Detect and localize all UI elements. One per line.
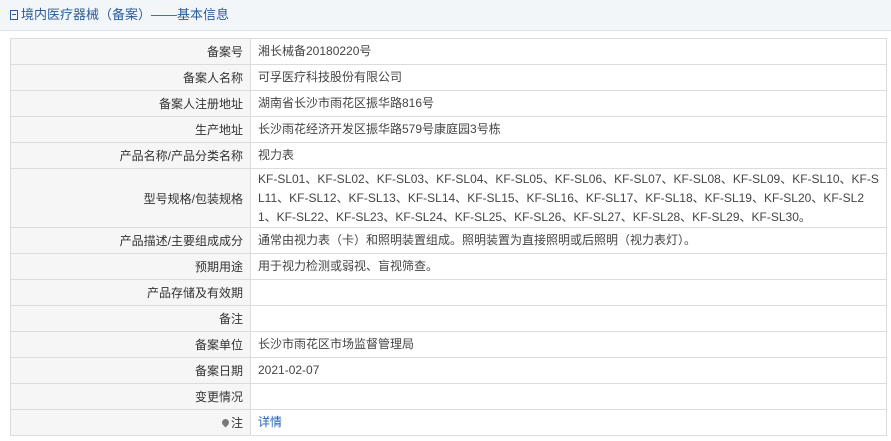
- note-label-cell: 注: [10, 409, 251, 436]
- field-value: 长沙市雨花区市场监督管理局: [250, 331, 887, 358]
- field-label: 产品描述/主要组成成分: [10, 227, 251, 254]
- table-row: 型号规格/包装规格 KF-SL01、KF-SL02、KF-SL03、KF-SL0…: [10, 168, 887, 228]
- field-value: [250, 305, 887, 332]
- document-icon: [10, 10, 18, 20]
- details-link[interactable]: 详情: [258, 415, 282, 429]
- field-value: 长沙雨花经济开发区振华路579号康庭园3号栋: [250, 116, 887, 143]
- page-title: 境内医疗器械（备案）——基本信息: [21, 7, 230, 22]
- field-value: KF-SL01、KF-SL02、KF-SL03、KF-SL04、KF-SL05、…: [250, 168, 887, 228]
- table-row: 备注: [10, 305, 887, 332]
- field-label: 备注: [10, 305, 251, 332]
- table-row: 备案人名称 可孚医疗科技股份有限公司: [10, 64, 887, 91]
- field-value: 湖南省长沙市雨花区振华路816号: [250, 90, 887, 117]
- table-row: 产品名称/产品分类名称 视力表: [10, 142, 887, 169]
- field-value: 2021-02-07: [250, 357, 887, 384]
- field-value: 用于视力检测或弱视、盲视筛查。: [250, 253, 887, 280]
- field-value: [250, 279, 887, 306]
- info-table: 备案号 湘长械备20180220号 备案人名称 可孚医疗科技股份有限公司 备案人…: [10, 38, 887, 436]
- field-value: 视力表: [250, 142, 887, 169]
- table-row: 备案号 湘长械备20180220号: [10, 38, 887, 65]
- field-value: 可孚医疗科技股份有限公司: [250, 64, 887, 91]
- field-label: 备案日期: [10, 357, 251, 384]
- table-row: 产品存储及有效期: [10, 279, 887, 306]
- page-header: 境内医疗器械（备案）——基本信息: [0, 0, 891, 31]
- field-value-cell: 详情: [250, 409, 887, 436]
- pin-icon: [220, 417, 231, 428]
- field-label: 产品存储及有效期: [10, 279, 251, 306]
- field-label: 生产地址: [10, 116, 251, 143]
- field-label: 变更情况: [10, 383, 251, 410]
- field-label: 产品名称/产品分类名称: [10, 142, 251, 169]
- table-row: 生产地址 长沙雨花经济开发区振华路579号康庭园3号栋: [10, 116, 887, 143]
- table-row: 备案单位 长沙市雨花区市场监督管理局: [10, 331, 887, 358]
- field-label: 预期用途: [10, 253, 251, 280]
- field-value: 湘长械备20180220号: [250, 38, 887, 65]
- field-label: 备案人名称: [10, 64, 251, 91]
- table-row: 备案人注册地址 湖南省长沙市雨花区振华路816号: [10, 90, 887, 117]
- field-label: 备案号: [10, 38, 251, 65]
- table-row: 变更情况: [10, 383, 887, 410]
- field-label: 注: [230, 416, 243, 430]
- field-label: 备案单位: [10, 331, 251, 358]
- table-row: 预期用途 用于视力检测或弱视、盲视筛查。: [10, 253, 887, 280]
- field-value: [250, 383, 887, 410]
- field-value: 通常由视力表（卡）和照明装置组成。照明装置为直接照明或后照明（视力表灯）。: [250, 227, 887, 254]
- table-row: 注 详情: [10, 409, 887, 436]
- table-row: 备案日期 2021-02-07: [10, 357, 887, 384]
- field-label: 型号规格/包装规格: [10, 168, 251, 228]
- field-label: 备案人注册地址: [10, 90, 251, 117]
- table-row: 产品描述/主要组成成分 通常由视力表（卡）和照明装置组成。照明装置为直接照明或后…: [10, 227, 887, 254]
